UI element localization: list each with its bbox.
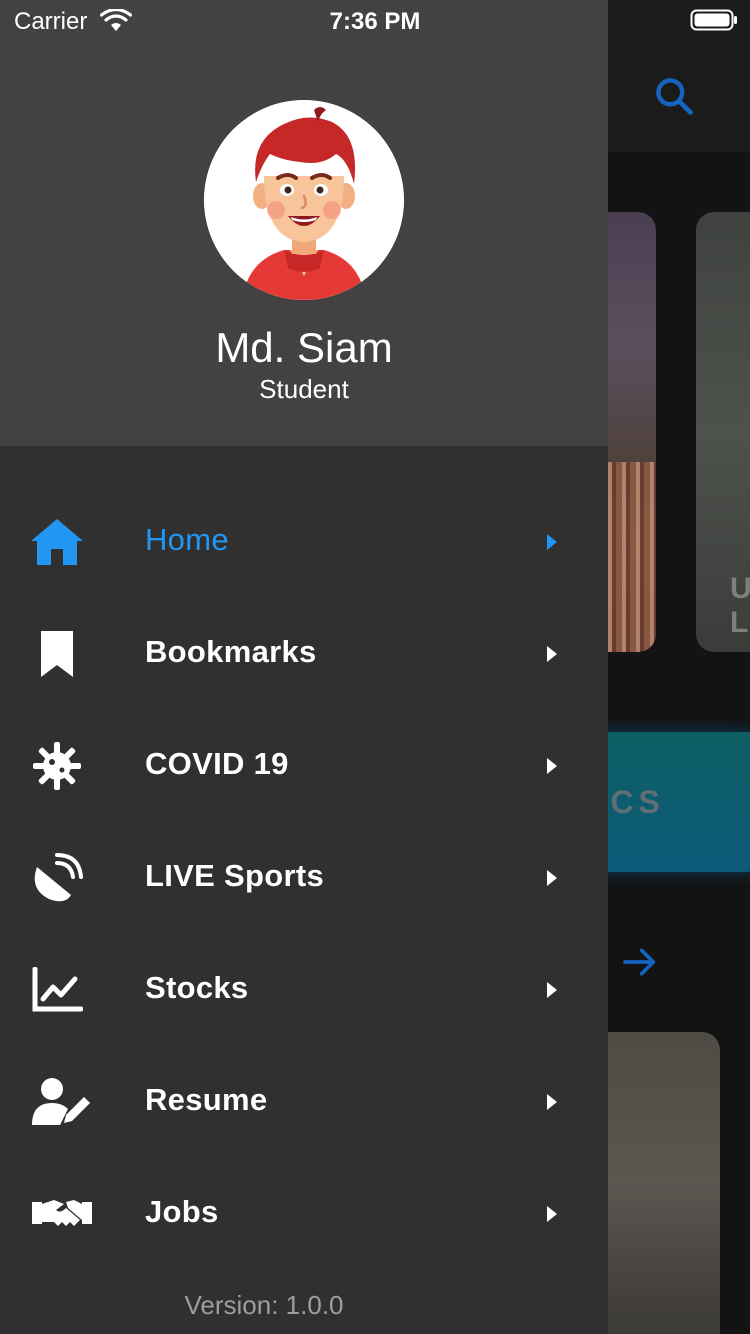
menu-item-label: Home <box>145 522 229 557</box>
menu-item-home[interactable]: Home <box>0 486 608 598</box>
navigation-drawer: Md. Siam Student Home Bookmarks COVID 19… <box>0 0 608 1334</box>
chevron-right-icon <box>547 534 557 550</box>
avatar[interactable] <box>204 100 404 300</box>
menu-item-label: COVID 19 <box>145 746 289 781</box>
bookmark-icon <box>28 626 86 682</box>
satellite-dish-icon <box>28 850 86 906</box>
arrow-right-icon[interactable] <box>618 942 662 982</box>
battery-icon <box>690 9 737 31</box>
menu-item-covid19[interactable]: COVID 19 <box>0 710 608 822</box>
menu-item-bookmarks[interactable]: Bookmarks <box>0 598 608 710</box>
status-time: 7:36 PM <box>329 8 421 35</box>
home-icon <box>28 514 86 570</box>
background-card-text: U L <box>730 572 750 639</box>
chevron-right-icon <box>547 870 557 886</box>
chevron-right-icon <box>547 1094 557 1110</box>
chart-line-icon <box>28 962 86 1018</box>
chevron-right-icon <box>547 758 557 774</box>
chevron-right-icon <box>547 646 557 662</box>
avatar-illustration <box>204 100 404 300</box>
app-version: Version: 1.0.0 <box>184 1290 344 1320</box>
menu-item-resume[interactable]: Resume <box>0 1046 608 1158</box>
chevron-right-icon <box>547 1206 557 1222</box>
menu-item-stocks[interactable]: Stocks <box>0 934 608 1046</box>
menu-item-jobs[interactable]: Jobs <box>0 1158 608 1270</box>
user-role: Student <box>259 374 349 404</box>
menu-item-label: Resume <box>145 1082 268 1117</box>
user-edit-icon <box>30 1074 94 1130</box>
menu-item-label: Jobs <box>145 1194 219 1229</box>
user-name: Md. Siam <box>215 324 393 371</box>
menu-item-label: Bookmarks <box>145 634 317 669</box>
virus-icon <box>28 738 86 794</box>
chevron-right-icon <box>547 982 557 998</box>
handshake-icon <box>30 1186 94 1242</box>
menu-item-label: Stocks <box>145 970 249 1005</box>
menu-item-live-sports[interactable]: LIVE Sports <box>0 822 608 934</box>
search-icon[interactable] <box>652 74 696 118</box>
status-bar: Carrier 7:36 PM <box>0 0 750 40</box>
menu-item-label: LIVE Sports <box>145 858 324 893</box>
